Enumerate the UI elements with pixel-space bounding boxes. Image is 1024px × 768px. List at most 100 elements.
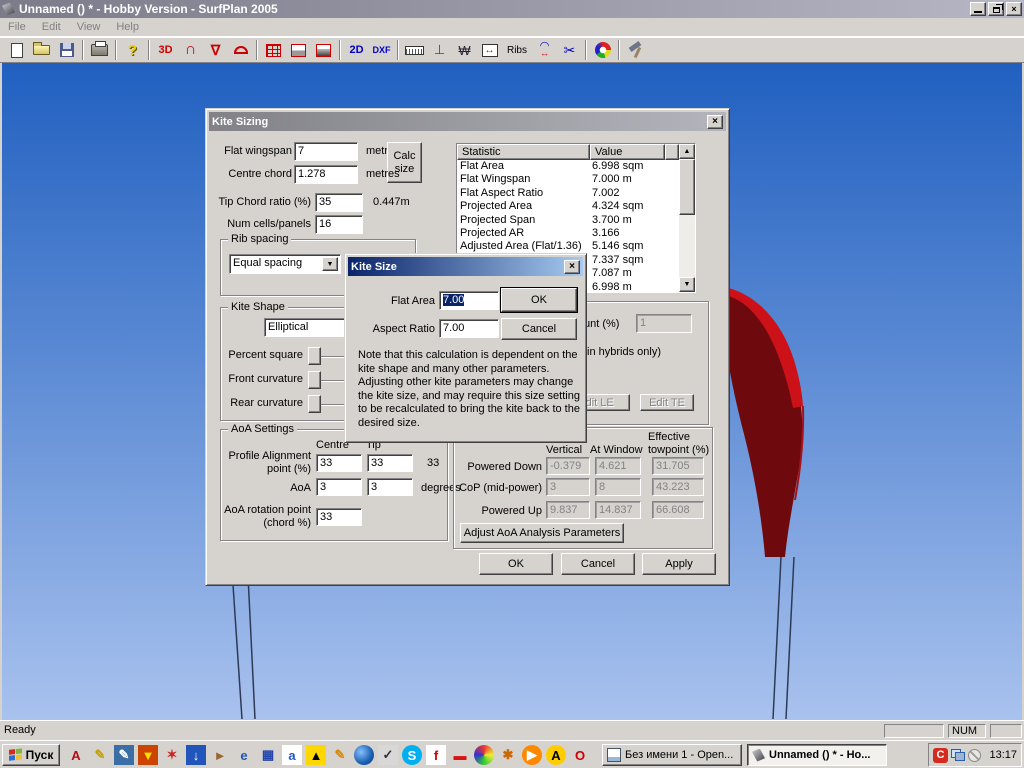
chevron-down-icon[interactable]: ▼ bbox=[322, 257, 338, 271]
stat-row[interactable]: Flat Wingspan7.000 m bbox=[457, 173, 681, 186]
quicklaunch-media-icon[interactable]: ▶ bbox=[522, 745, 542, 765]
size-cancel-button[interactable]: Cancel bbox=[501, 318, 577, 340]
quicklaunch-lips-icon[interactable]: ▬ bbox=[450, 745, 470, 765]
quicklaunch-explorer-icon[interactable]: e bbox=[234, 745, 254, 765]
quicklaunch-amazon-icon[interactable]: a bbox=[282, 745, 302, 765]
panel-icon[interactable] bbox=[286, 39, 311, 61]
quicklaunch-bird-icon[interactable]: ► bbox=[210, 745, 230, 765]
task-openoffice[interactable]: Без имени 1 - Open... bbox=[602, 744, 742, 766]
close-button[interactable]: × bbox=[1006, 2, 1022, 16]
quicklaunch-download-icon[interactable]: ▼ bbox=[138, 745, 158, 765]
help-icon[interactable]: ? bbox=[120, 39, 145, 61]
quicklaunch-answers-icon[interactable]: A bbox=[546, 745, 566, 765]
colors-icon[interactable] bbox=[590, 39, 615, 61]
menu-help[interactable]: Help bbox=[108, 19, 147, 35]
save-icon[interactable] bbox=[54, 39, 79, 61]
grid-icon[interactable] bbox=[261, 39, 286, 61]
span-icon[interactable]: ↔ bbox=[477, 39, 502, 61]
new-icon[interactable] bbox=[4, 39, 29, 61]
quicklaunch-flash-icon[interactable]: f bbox=[426, 745, 446, 765]
quicklaunch-pencil-icon[interactable]: ✎ bbox=[90, 745, 110, 765]
antivirus-tray-icon[interactable]: C bbox=[933, 748, 948, 763]
scroll-thumb[interactable] bbox=[679, 159, 695, 215]
dxf-icon[interactable]: DXF bbox=[369, 39, 394, 61]
stat-row[interactable]: Flat Area6.998 sqm bbox=[457, 160, 681, 173]
volume-muted-icon[interactable] bbox=[968, 749, 981, 762]
rib-spacing-select[interactable]: Equal spacing ▼ bbox=[229, 254, 341, 274]
quicklaunch-batman-icon[interactable]: ▲ bbox=[306, 745, 326, 765]
aspect-ratio-field[interactable]: 7.00 bbox=[439, 319, 499, 338]
window-titlebar: Unnamed () * - Hobby Version - SurfPlan … bbox=[0, 0, 1024, 18]
stat-row[interactable]: Adjusted Area (Flat/1.36)5.146 sqm bbox=[457, 240, 681, 253]
tools-icon[interactable] bbox=[623, 39, 648, 61]
aoa-centre-field[interactable]: 3 bbox=[316, 478, 362, 496]
kite-sizing-close-icon[interactable]: × bbox=[707, 115, 723, 129]
quicklaunch-bluedoc-icon[interactable]: ✎ bbox=[114, 745, 134, 765]
shade-icon[interactable] bbox=[311, 39, 336, 61]
stat-row[interactable]: Flat Aspect Ratio7.002 bbox=[457, 187, 681, 200]
bridle-icon[interactable]: ₩ bbox=[452, 39, 477, 61]
apply-button[interactable]: Apply bbox=[642, 553, 716, 575]
dome-icon[interactable] bbox=[228, 39, 253, 61]
edit-te-button[interactable]: Edit TE bbox=[640, 394, 694, 411]
kite-sizing-titlebar[interactable]: Kite Sizing × bbox=[209, 112, 726, 131]
tip-chord-field[interactable]: 35 bbox=[315, 193, 363, 212]
scroll-up-icon[interactable]: ▲ bbox=[679, 144, 695, 159]
ruler-icon[interactable] bbox=[402, 39, 427, 61]
network-tray-icon[interactable] bbox=[951, 749, 965, 761]
profile-tip-field[interactable]: 33 bbox=[367, 454, 413, 472]
quicklaunch-check-icon[interactable]: ✓ bbox=[378, 745, 398, 765]
quicklaunch-gear-icon[interactable]: ✱ bbox=[498, 745, 518, 765]
arc-icon[interactable]: ∩ bbox=[178, 39, 203, 61]
pivot-icon[interactable]: ⊥ bbox=[427, 39, 452, 61]
stats-scrollbar[interactable]: ▲ ▼ bbox=[679, 144, 695, 292]
open-icon[interactable] bbox=[29, 39, 54, 61]
aoa-rotation-field[interactable]: 33 bbox=[316, 508, 362, 526]
quicklaunch-opera-icon[interactable]: O bbox=[570, 745, 590, 765]
minimize-button[interactable] bbox=[970, 2, 986, 16]
quicklaunch-monitor-icon[interactable]: ▦ bbox=[258, 745, 278, 765]
ribs-icon[interactable]: Ribs bbox=[502, 39, 532, 61]
funnel-icon[interactable]: ∇ bbox=[203, 39, 228, 61]
view-3d-icon[interactable]: 3D bbox=[153, 39, 178, 61]
task-surfplan[interactable]: Unnamed () * - Ho... bbox=[747, 744, 887, 766]
aoa-tip-field[interactable]: 3 bbox=[367, 478, 413, 496]
stats-header-value[interactable]: Value bbox=[590, 144, 665, 160]
flat-wingspan-field[interactable]: 7 bbox=[294, 142, 358, 161]
print-icon[interactable] bbox=[87, 39, 112, 61]
rear-curvature-slider[interactable] bbox=[308, 395, 321, 413]
quicklaunch-palette-icon[interactable] bbox=[474, 745, 494, 765]
view-2d-icon[interactable]: 2D bbox=[344, 39, 369, 61]
quicklaunch-paint-icon[interactable]: ✎ bbox=[330, 745, 350, 765]
profile-centre-field[interactable]: 33 bbox=[316, 454, 362, 472]
arc-measure-icon[interactable]: ◠↔ bbox=[532, 39, 557, 61]
scroll-down-icon[interactable]: ▼ bbox=[679, 277, 695, 292]
flat-area-field[interactable]: 7.00 bbox=[439, 291, 499, 310]
menu-edit[interactable]: Edit bbox=[34, 19, 69, 35]
kite-size-titlebar[interactable]: Kite Size × bbox=[348, 257, 583, 276]
num-cells-field[interactable]: 16 bbox=[315, 215, 363, 234]
start-button[interactable]: Пуск bbox=[2, 744, 60, 766]
cancel-button[interactable]: Cancel bbox=[561, 553, 635, 575]
menu-file[interactable]: File bbox=[0, 19, 34, 35]
quicklaunch-acrobat-icon[interactable]: A bbox=[66, 745, 86, 765]
quicklaunch-star-icon[interactable]: ✶ bbox=[162, 745, 182, 765]
status-text: Ready bbox=[4, 724, 36, 737]
quicklaunch-bluebox-icon[interactable]: ↓ bbox=[186, 745, 206, 765]
front-curvature-slider[interactable] bbox=[308, 371, 321, 389]
quicklaunch-skype-icon[interactable]: S bbox=[402, 745, 422, 765]
stat-row[interactable]: Projected AR3.166 bbox=[457, 227, 681, 240]
centre-chord-field[interactable]: 1.278 bbox=[294, 165, 358, 184]
stats-header-statistic[interactable]: Statistic bbox=[457, 144, 590, 160]
adjust-aoa-button[interactable]: Adjust AoA Analysis Parameters bbox=[460, 523, 624, 543]
scissors-icon[interactable]: ✂ bbox=[557, 39, 582, 61]
restore-button[interactable] bbox=[988, 2, 1004, 16]
menu-view[interactable]: View bbox=[69, 19, 109, 35]
quicklaunch-earth-icon[interactable] bbox=[354, 745, 374, 765]
stat-row[interactable]: Projected Area4.324 sqm bbox=[457, 200, 681, 213]
stat-row[interactable]: Projected Span3.700 m bbox=[457, 214, 681, 227]
size-ok-button[interactable]: OK bbox=[501, 288, 577, 312]
ok-button[interactable]: OK bbox=[479, 553, 553, 575]
kite-size-close-icon[interactable]: × bbox=[564, 260, 580, 274]
percent-square-slider[interactable] bbox=[308, 347, 321, 365]
